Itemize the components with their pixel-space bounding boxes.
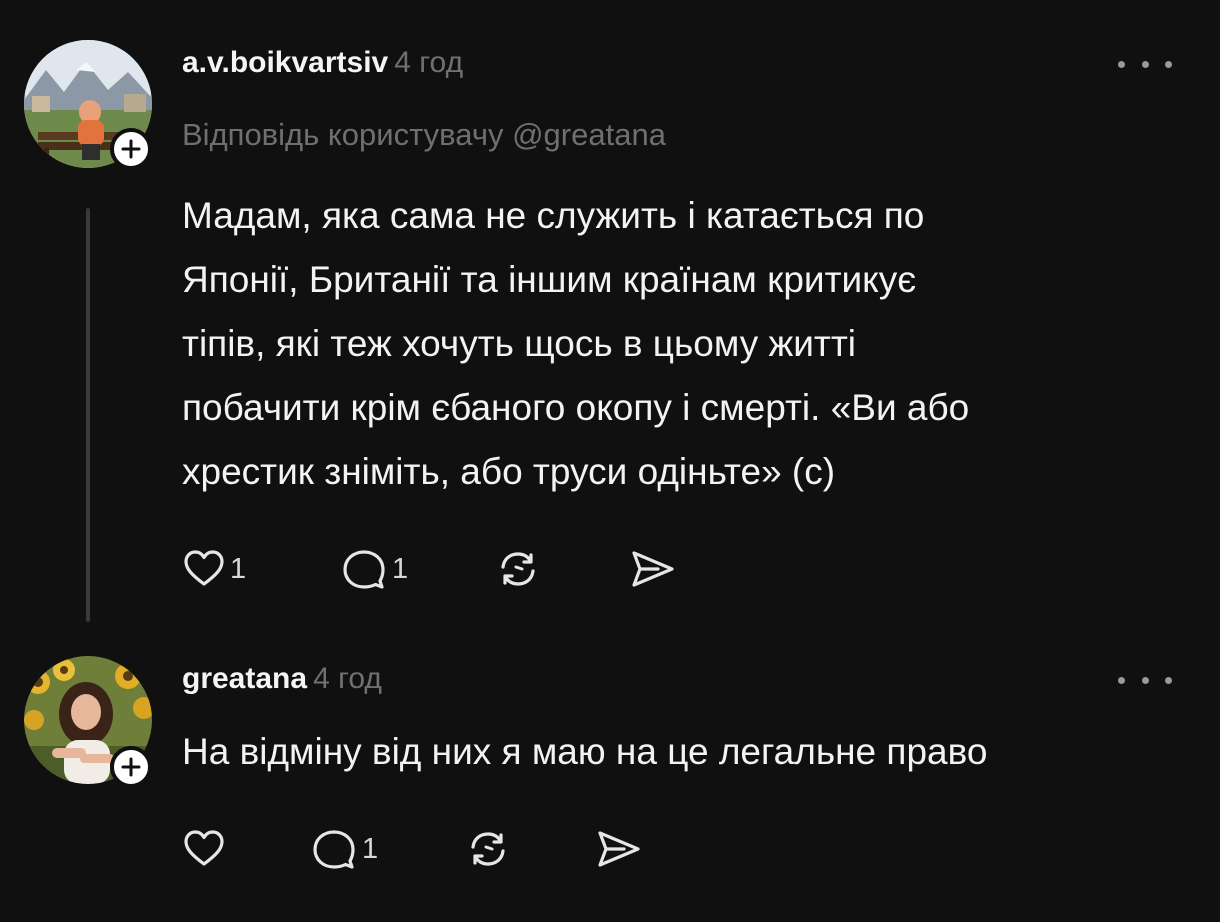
post-text-line: побачити крім єбаного окопу і смерті. «В… (182, 387, 970, 428)
post-text-line: Японії, Британії та іншим країнам критик… (182, 259, 917, 300)
plus-icon (121, 139, 141, 159)
reply-button[interactable]: 1 (340, 544, 408, 594)
reply-button[interactable]: 1 (310, 824, 378, 874)
like-button[interactable] (182, 824, 226, 874)
reply-count: 1 (362, 832, 379, 865)
repost-button[interactable] (496, 544, 540, 594)
post-1: a.v.boikvartsiv 4 год Відповідь користува… (0, 0, 1220, 640)
post-text-line: тіпів, які теж хочуть щось в цьому житті (182, 323, 857, 364)
follow-badge[interactable] (110, 746, 152, 788)
more-dot (1165, 60, 1172, 68)
action-bar: 1 1 (182, 544, 742, 594)
more-button[interactable] (1118, 54, 1172, 74)
more-dots-icon (1118, 60, 1125, 68)
send-icon (598, 831, 640, 867)
like-count: 1 (230, 552, 247, 585)
follow-badge[interactable] (110, 128, 152, 170)
post-text-line: хрестик зніміть, або труси одіньте» (с) (182, 451, 836, 492)
more-button[interactable] (1118, 670, 1172, 690)
post-text: Мадам, яка сама не служить і катається п… (182, 184, 1182, 504)
send-icon (632, 551, 674, 587)
repost-icon (471, 832, 505, 866)
comment-icon (313, 830, 355, 869)
username[interactable]: a.v.boikvartsiv (182, 46, 388, 79)
repost-button[interactable] (466, 824, 510, 874)
plus-icon (121, 757, 141, 777)
like-button[interactable]: 1 (182, 544, 246, 594)
post-header: a.v.boikvartsiv 4 год (182, 46, 463, 80)
more-dots-icon (1118, 676, 1125, 684)
reply-count: 1 (392, 552, 409, 585)
timestamp: 4 год (313, 662, 382, 695)
reply-to-label[interactable]: Відповідь користувачу @greatana (182, 117, 666, 153)
post-header: greatana 4 год (182, 662, 382, 696)
repost-icon (501, 552, 535, 586)
comment-icon (343, 550, 385, 589)
post-2: greatana 4 год На відміну від них я маю н… (0, 640, 1220, 922)
username[interactable]: greatana (182, 662, 307, 695)
action-bar: 1 (182, 824, 702, 874)
share-button[interactable] (628, 544, 678, 594)
post-text: На відміну від них я маю на це легальне … (182, 731, 988, 772)
heart-icon (184, 550, 224, 586)
thread-line (86, 208, 90, 622)
timestamp: 4 год (394, 46, 464, 79)
share-button[interactable] (594, 824, 644, 874)
more-dot (1165, 676, 1172, 684)
more-dot (1141, 60, 1149, 68)
more-dot (1141, 676, 1149, 684)
post-text-line: Мадам, яка сама не служить і катається п… (182, 195, 925, 236)
heart-icon (184, 830, 224, 866)
